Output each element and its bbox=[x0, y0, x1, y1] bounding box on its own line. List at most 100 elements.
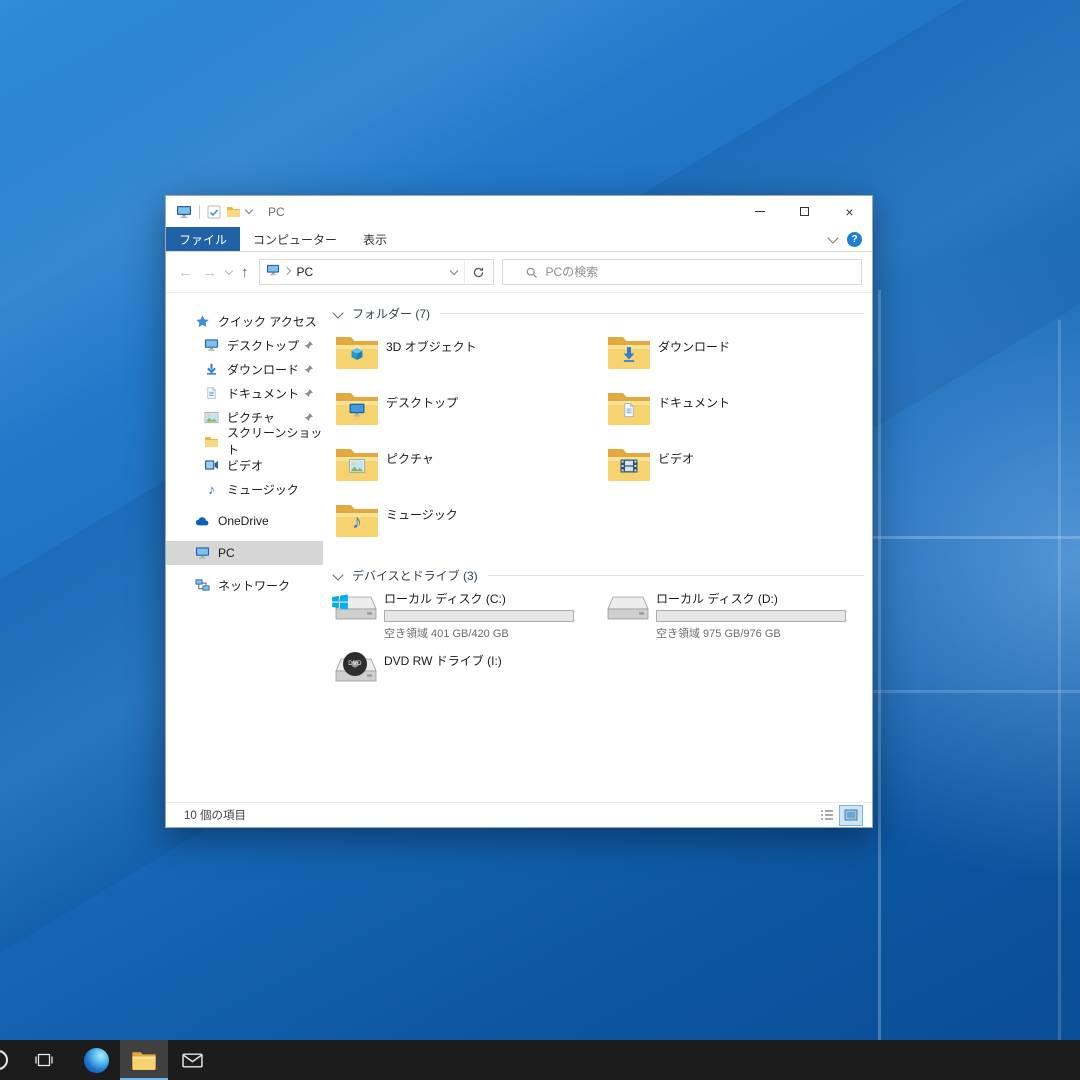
minimize-button[interactable] bbox=[737, 196, 782, 227]
folder-label: ドキュメント bbox=[658, 394, 730, 411]
picture-glyph-icon bbox=[348, 459, 366, 474]
qat-customize-chevron-icon[interactable] bbox=[245, 206, 253, 214]
maximize-button[interactable] bbox=[782, 196, 827, 227]
tab-view-label: 表示 bbox=[363, 231, 387, 248]
up-button[interactable]: ↑ bbox=[241, 264, 249, 281]
sidebar-item-music[interactable]: ♪ ミュージック bbox=[166, 477, 323, 501]
search-input[interactable] bbox=[544, 264, 862, 280]
download-glyph-icon bbox=[621, 346, 638, 363]
large-icons-view-button[interactable] bbox=[840, 806, 862, 825]
video-icon bbox=[203, 457, 220, 473]
mail-icon bbox=[182, 1052, 203, 1069]
folder-icon: ♪ bbox=[334, 501, 380, 539]
sidebar-item-label: ミュージック bbox=[227, 481, 299, 498]
task-view-icon bbox=[34, 1050, 54, 1070]
folder-label: ピクチャ bbox=[386, 450, 434, 467]
file-explorer-button[interactable] bbox=[120, 1040, 168, 1080]
search-box[interactable] bbox=[502, 259, 863, 285]
folder-icon bbox=[606, 445, 652, 483]
wallpaper-window-pane-line bbox=[862, 536, 1080, 539]
mail-button[interactable] bbox=[168, 1040, 216, 1080]
document-icon bbox=[203, 385, 220, 401]
sidebar-item-label: ビデオ bbox=[227, 457, 263, 474]
details-view-button[interactable] bbox=[816, 806, 838, 825]
folder-label: デスクトップ bbox=[386, 394, 458, 411]
file-explorer-icon bbox=[131, 1050, 157, 1071]
pin-icon bbox=[304, 363, 314, 377]
group-header-folders[interactable]: フォルダー (7) bbox=[334, 305, 872, 321]
folder-icon bbox=[606, 389, 652, 427]
onedrive-icon bbox=[194, 513, 211, 529]
folder-tile-pictures[interactable]: ピクチャ bbox=[334, 443, 606, 499]
folder-tile-documents[interactable]: ドキュメント bbox=[606, 387, 872, 443]
pc-icon bbox=[194, 545, 211, 561]
sidebar-item-label: ドキュメント bbox=[227, 385, 299, 402]
task-view-button[interactable] bbox=[20, 1040, 68, 1080]
navigation-bar: ← → ↑ PC bbox=[166, 252, 872, 293]
group-header-drives[interactable]: デバイスとドライブ (3) bbox=[334, 567, 872, 583]
sidebar-item-onedrive[interactable]: OneDrive bbox=[166, 509, 323, 533]
drive-info: DVD RW ドライブ (I:) bbox=[384, 651, 502, 669]
folder-tile-3d-objects[interactable]: 3D オブジェクト bbox=[334, 331, 606, 387]
sidebar-item-label: PC bbox=[218, 546, 235, 560]
drive-info: ローカル ディスク (D:) 空き領域 975 GB/976 GB bbox=[656, 589, 846, 641]
breadcrumb[interactable]: PC bbox=[297, 265, 314, 279]
breadcrumb-pc-icon bbox=[266, 263, 280, 281]
ribbon-expand-chevron-icon[interactable] bbox=[827, 232, 838, 243]
breadcrumb-chevron-icon[interactable] bbox=[282, 266, 290, 274]
qat-properties-icon[interactable] bbox=[207, 205, 221, 219]
close-button[interactable]: × bbox=[827, 196, 872, 227]
wallpaper-window-pane-line bbox=[878, 290, 881, 1040]
refresh-icon bbox=[472, 266, 485, 279]
sidebar-item-pc[interactable]: PC bbox=[166, 541, 323, 565]
folder-label: ビデオ bbox=[658, 450, 694, 467]
folder-tile-downloads[interactable]: ダウンロード bbox=[606, 331, 872, 387]
navigation-pane: クイック アクセス デスクトップ ダウンロード bbox=[166, 293, 323, 802]
tab-computer-label: コンピューター bbox=[253, 231, 337, 248]
film-glyph-icon bbox=[620, 459, 638, 473]
address-bar[interactable]: PC bbox=[259, 259, 494, 285]
drive-tile-dvd[interactable]: DVD DVD RW ドライブ (I:) bbox=[334, 651, 606, 713]
sidebar-item-quick-access[interactable]: クイック アクセス bbox=[166, 309, 323, 333]
address-dropdown-button[interactable] bbox=[444, 260, 464, 284]
cortana-search-button[interactable] bbox=[0, 1040, 22, 1080]
sidebar-item-label: ダウンロード bbox=[227, 361, 299, 378]
sidebar-item-downloads[interactable]: ダウンロード bbox=[166, 357, 323, 381]
edge-button[interactable] bbox=[72, 1040, 120, 1080]
desktop-icon bbox=[203, 337, 220, 353]
help-button[interactable]: ? bbox=[847, 232, 862, 247]
qat-new-folder-icon[interactable] bbox=[226, 205, 241, 218]
tab-file[interactable]: ファイル bbox=[166, 227, 240, 251]
tab-file-label: ファイル bbox=[179, 231, 227, 248]
sidebar-item-screenshots[interactable]: スクリーンショット bbox=[166, 429, 323, 453]
sidebar-item-label: ピクチャ bbox=[227, 409, 275, 426]
sidebar-item-videos[interactable]: ビデオ bbox=[166, 453, 323, 477]
desktop-glyph-icon bbox=[348, 402, 366, 418]
star-icon bbox=[194, 313, 211, 329]
drive-tile-c[interactable]: ローカル ディスク (C:) 空き領域 401 GB/420 GB bbox=[334, 589, 606, 651]
qat-divider bbox=[199, 205, 200, 219]
network-icon bbox=[194, 577, 211, 593]
sidebar-item-documents[interactable]: ドキュメント bbox=[166, 381, 323, 405]
recent-locations-chevron-icon[interactable] bbox=[225, 266, 233, 274]
sidebar-item-desktop[interactable]: デスクトップ bbox=[166, 333, 323, 357]
tab-computer[interactable]: コンピューター bbox=[240, 227, 350, 251]
back-button[interactable]: ← bbox=[178, 264, 193, 281]
folder-icon bbox=[203, 433, 220, 449]
taskbar bbox=[0, 1040, 1080, 1080]
sidebar-item-network[interactable]: ネットワーク bbox=[166, 573, 323, 597]
folder-tile-desktop[interactable]: デスクトップ bbox=[334, 387, 606, 443]
maximize-icon bbox=[800, 207, 809, 216]
drive-tile-d[interactable]: ローカル ディスク (D:) 空き領域 975 GB/976 GB bbox=[606, 589, 872, 651]
pictures-icon bbox=[203, 409, 220, 425]
tab-view[interactable]: 表示 bbox=[350, 227, 400, 251]
folder-tile-videos[interactable]: ビデオ bbox=[606, 443, 872, 499]
forward-button[interactable]: → bbox=[202, 264, 217, 281]
drive-info: ローカル ディスク (C:) 空き領域 401 GB/420 GB bbox=[384, 589, 574, 641]
minimize-icon bbox=[755, 211, 765, 212]
folder-label: 3D オブジェクト bbox=[386, 338, 477, 355]
refresh-button[interactable] bbox=[464, 260, 493, 284]
folder-tile-music[interactable]: ♪ ミュージック bbox=[334, 499, 606, 555]
music-icon: ♪ bbox=[203, 481, 220, 497]
drive-icon bbox=[334, 593, 378, 629]
